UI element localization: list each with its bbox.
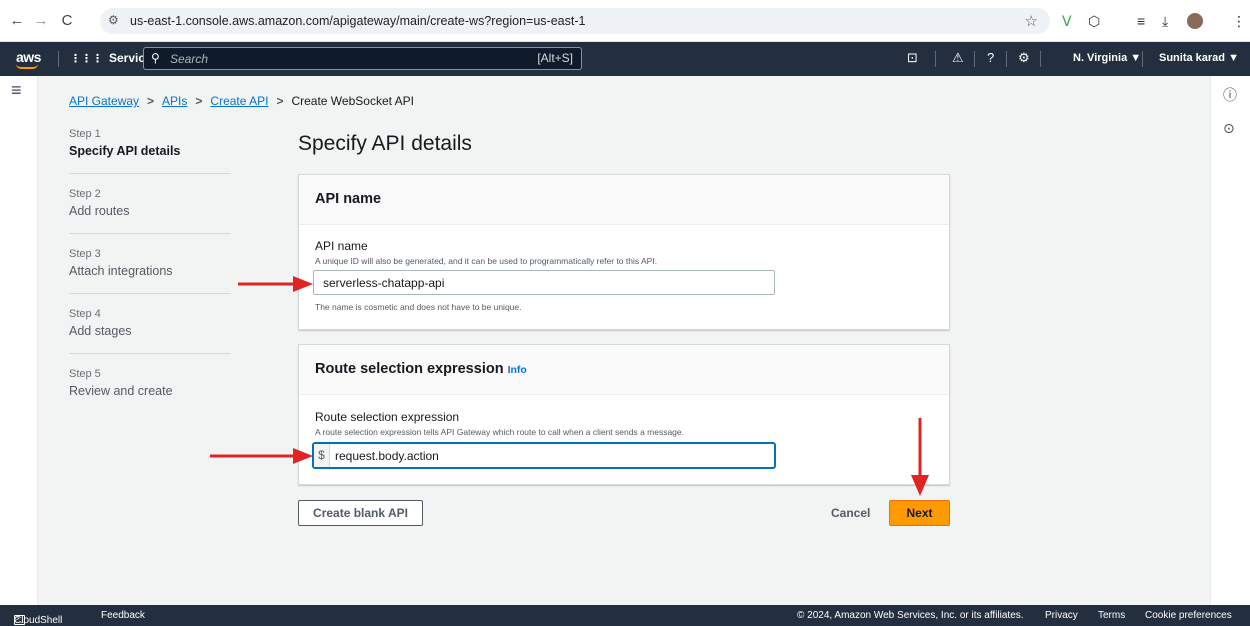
divider — [1006, 51, 1007, 67]
breadcrumb-api-gateway[interactable]: API Gateway — [69, 94, 139, 108]
divider — [1040, 51, 1041, 67]
step-title: Add routes — [69, 204, 130, 218]
region-selector[interactable]: N. Virginia ▼ — [1073, 52, 1141, 64]
privacy-link[interactable]: Privacy — [1045, 610, 1078, 621]
notifications-bell-icon[interactable]: ⚠ — [952, 50, 964, 66]
terms-link[interactable]: Terms — [1098, 610, 1125, 621]
bookmark-star-icon[interactable]: ☆ — [1025, 12, 1038, 30]
divider — [1142, 51, 1143, 67]
info-link[interactable]: Info — [508, 364, 527, 376]
step-title: Review and create — [69, 384, 173, 398]
breadcrumb: API Gateway > APIs > Create API > Create WebSo… — [69, 94, 414, 108]
search-icon: ⚲ — [151, 51, 160, 65]
page-title: Specify API details — [298, 132, 472, 155]
main-content: API Gateway > APIs > Create API > Create WebSo… — [38, 76, 1210, 605]
aws-top-nav: aws ⋮⋮⋮Services ⚲ [Alt+S] ⊡ ⚠ ? ⚙ N. Vir… — [0, 42, 1250, 76]
left-rail: ≡ — [0, 76, 38, 605]
settings-panel-icon[interactable]: ⊙ — [1223, 120, 1235, 137]
step-number: Step 5 — [69, 368, 101, 380]
forward-arrow-icon[interactable]: → — [32, 12, 50, 30]
api-name-description: A unique ID will also be generated, and … — [315, 256, 658, 266]
profile-avatar[interactable] — [1187, 13, 1203, 29]
reading-list-icon[interactable]: ≡ — [1137, 13, 1145, 29]
cookie-preferences-link[interactable]: Cookie preferences — [1145, 610, 1232, 621]
reload-icon[interactable]: C — [58, 12, 76, 30]
panel-header: Route selection expression Info — [299, 345, 949, 395]
divider — [58, 51, 59, 67]
url-text[interactable]: us-east-1.console.aws.amazon.com/apigate… — [130, 14, 585, 28]
api-name-panel: API name API name A unique ID will also … — [298, 174, 950, 330]
dollar-prefix: $ — [314, 444, 330, 467]
wizard-step-4: Step 4 Add stages — [69, 308, 231, 354]
chevron-right-icon: > — [147, 94, 155, 108]
download-icon[interactable]: ⤓ — [1162, 13, 1168, 30]
panel-title-text: Route selection expression — [315, 361, 504, 377]
aws-logo[interactable]: aws — [16, 49, 41, 69]
search-input[interactable] — [170, 50, 510, 67]
wizard-step-2: Step 2 Add routes — [69, 188, 231, 234]
extensions-puzzle-icon[interactable]: ⬡ — [1088, 13, 1100, 30]
route-expression-description: A route selection expression tells API G… — [315, 427, 685, 437]
panel-title: API name — [315, 191, 382, 207]
breadcrumb-current: Create WebSocket API — [291, 94, 414, 108]
extension-icon[interactable]: ᐯ — [1062, 13, 1072, 30]
api-name-input[interactable] — [323, 275, 763, 291]
api-name-field[interactable] — [313, 270, 775, 295]
route-selection-panel: Route selection expression Info Route sel… — [298, 344, 950, 485]
hamburger-menu-icon[interactable]: ≡ — [11, 80, 22, 101]
settings-gear-icon[interactable]: ⚙ — [1018, 50, 1030, 66]
breadcrumb-apis[interactable]: APIs — [162, 94, 187, 108]
account-menu[interactable]: Sunita karad ▼ — [1159, 52, 1239, 64]
browser-toolbar: ← → C ⚙ us-east-1.console.aws.amazon.com… — [0, 0, 1250, 42]
address-bar[interactable]: ⚙ us-east-1.console.aws.amazon.com/apiga… — [100, 8, 1050, 34]
wizard-step-3: Step 3 Attach integrations — [69, 248, 231, 294]
site-info-icon[interactable]: ⚙ — [108, 13, 119, 27]
step-number: Step 2 — [69, 188, 101, 200]
cloudshell-label: CloudShell — [14, 615, 63, 626]
copyright-text: © 2024, Amazon Web Services, Inc. or its… — [797, 610, 1024, 621]
back-arrow-icon[interactable]: ← — [8, 12, 26, 30]
help-icon[interactable]: ? — [987, 50, 994, 65]
wizard-step-5: Step 5 Review and create — [69, 368, 231, 413]
wizard-step-1: Step 1 Specify API details — [69, 128, 231, 174]
next-button[interactable]: Next — [889, 500, 950, 526]
divider — [935, 51, 936, 67]
aws-smile — [16, 64, 38, 69]
step-number: Step 1 — [69, 128, 101, 140]
cloudshell-icon[interactable]: ⊡ — [907, 50, 918, 66]
route-expression-field[interactable]: $ — [313, 443, 775, 468]
route-expression-input[interactable] — [335, 448, 765, 464]
chevron-right-icon: > — [195, 94, 203, 108]
aws-logo-text: aws — [16, 49, 41, 65]
create-blank-api-button[interactable]: Create blank API — [298, 500, 423, 526]
search-shortcut: [Alt+S] — [537, 51, 573, 65]
chevron-right-icon: > — [276, 94, 284, 108]
step-title: Specify API details — [69, 144, 181, 158]
wizard-steps: Step 1 Specify API details Step 2 Add ro… — [69, 128, 231, 427]
step-number: Step 4 — [69, 308, 101, 320]
step-title: Attach integrations — [69, 264, 173, 278]
right-rail: ⓘ ⊙ — [1210, 76, 1250, 605]
browser-menu-icon[interactable]: ⋮ — [1232, 13, 1246, 30]
step-number: Step 3 — [69, 248, 101, 260]
feedback-link[interactable]: Feedback — [101, 610, 145, 621]
divider — [974, 51, 975, 67]
breadcrumb-create-api[interactable]: Create API — [210, 94, 268, 108]
info-icon[interactable]: ⓘ — [1223, 85, 1237, 105]
cancel-button[interactable]: Cancel — [831, 506, 870, 520]
console-footer: >_ CloudShell Feedback © 2024, Amazon Web… — [0, 605, 1250, 626]
search-box[interactable]: ⚲ [Alt+S] — [143, 47, 582, 70]
grid-icon: ⋮⋮⋮ — [70, 53, 103, 65]
route-expression-label: Route selection expression — [315, 410, 460, 424]
panel-title: Route selection expression Info — [315, 361, 527, 377]
api-name-hint: The name is cosmetic and does not have t… — [315, 302, 522, 312]
step-title: Add stages — [69, 324, 132, 338]
api-name-label: API name — [315, 239, 368, 253]
panel-header: API name — [299, 175, 949, 225]
